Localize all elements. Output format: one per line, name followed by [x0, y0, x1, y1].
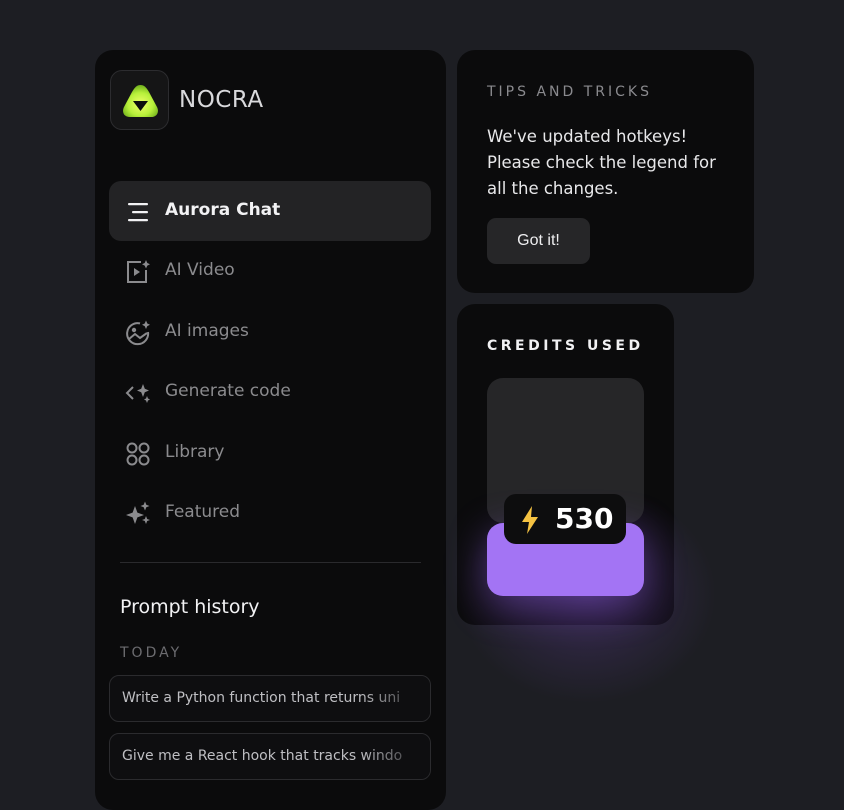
- nav-item-label: AI images: [165, 321, 249, 341]
- prompt-history-title: Prompt history: [120, 596, 260, 618]
- nav-item-label: Generate code: [165, 381, 291, 401]
- credits-badge: 530: [504, 494, 626, 544]
- nav-item-label: Aurora Chat: [165, 200, 281, 220]
- nav-item-label: Library: [165, 442, 225, 462]
- menu-lines-icon: [128, 203, 148, 222]
- image-sparkle-icon: [126, 320, 150, 346]
- tips-title: TIPS AND TRICKS: [487, 84, 652, 100]
- nav-item-generate-code[interactable]: Generate code: [109, 362, 431, 422]
- prompt-text: Write a Python function that returns uni: [122, 690, 401, 706]
- nav-item-library[interactable]: Library: [109, 423, 431, 483]
- credits-title: CREDITS USED: [487, 338, 644, 354]
- prompt-history-item[interactable]: Write a Python function that returns uni: [109, 675, 431, 722]
- code-sparkle-icon: [125, 384, 150, 403]
- nocra-logo-icon: [123, 85, 158, 117]
- prompt-group-label: TODAY: [120, 645, 183, 661]
- nav-item-label: Featured: [165, 502, 241, 522]
- got-it-button[interactable]: Got it!: [487, 218, 590, 264]
- video-sparkle-icon: [127, 260, 150, 283]
- nav-item-label: AI Video: [165, 260, 235, 280]
- sidebar-divider: [120, 562, 421, 563]
- app-logo[interactable]: [110, 70, 169, 130]
- tips-body: We've updated hotkeys! Please check the …: [487, 127, 716, 198]
- tips-card: TIPS AND TRICKS We've updated hotkeys! P…: [457, 50, 754, 293]
- brand-name: NOCRA: [179, 87, 264, 113]
- credits-value: 530: [555, 502, 614, 535]
- lightning-bolt-icon: [522, 506, 538, 534]
- prompt-history-item[interactable]: Give me a React hook that tracks windo: [109, 733, 431, 780]
- credits-card: CREDITS USED 530: [457, 304, 717, 704]
- sidebar: NOCRA Aurora Chat AI Video AI images Gen…: [95, 50, 446, 810]
- nav-item-aurora-chat[interactable]: Aurora Chat: [109, 181, 431, 241]
- nav-item-ai-video[interactable]: AI Video: [109, 241, 431, 301]
- grid-circles-icon: [126, 442, 150, 466]
- sparkles-icon: [126, 501, 150, 524]
- nav-item-ai-images[interactable]: AI images: [109, 302, 431, 362]
- nav-item-featured[interactable]: Featured: [109, 483, 431, 543]
